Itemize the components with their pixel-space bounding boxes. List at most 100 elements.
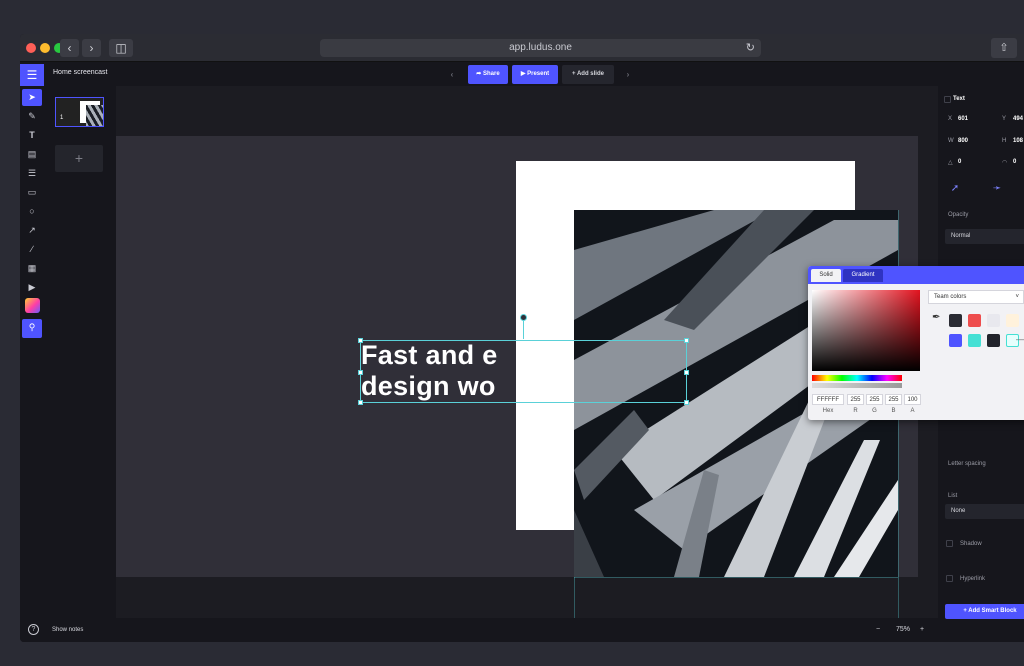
rotate-handle[interactable] bbox=[520, 314, 527, 321]
link-icon[interactable]: ➛ bbox=[990, 182, 1004, 196]
reload-icon[interactable]: ↻ bbox=[746, 39, 755, 57]
add-smart-block-label: Add Smart Block bbox=[968, 608, 1017, 614]
pen-tool-icon[interactable]: ✎ bbox=[22, 108, 42, 125]
forward-icon[interactable]: › bbox=[82, 39, 101, 57]
smart-block-tool-icon[interactable] bbox=[25, 298, 40, 313]
slide-number: 1 bbox=[60, 115, 64, 121]
color-swatch[interactable] bbox=[987, 314, 1000, 327]
eyedropper-icon[interactable]: ✒ bbox=[932, 312, 940, 323]
document-title[interactable]: Home screencast bbox=[53, 69, 107, 76]
alignment-guide bbox=[574, 577, 575, 618]
resize-handle-nw[interactable] bbox=[358, 338, 363, 343]
color-picker-tabs: Solid Gradient bbox=[808, 266, 1024, 284]
rotation-guide bbox=[523, 318, 524, 339]
alignment-guide bbox=[574, 577, 898, 578]
url-text: app.ludus.one bbox=[509, 42, 572, 53]
hamburger-menu-icon[interactable]: ☰ bbox=[20, 64, 44, 86]
show-notes-button[interactable]: Show notes bbox=[52, 627, 83, 633]
color-swatch[interactable] bbox=[949, 314, 962, 327]
corner-radius-icon: ◠ bbox=[1002, 160, 1008, 166]
b-input[interactable]: 255 bbox=[885, 394, 902, 405]
close-window-icon[interactable] bbox=[26, 43, 36, 53]
a-label: A bbox=[910, 408, 915, 414]
shadow-checkbox[interactable] bbox=[946, 540, 953, 547]
resize-handle-w[interactable] bbox=[358, 370, 363, 375]
present-button[interactable]: ▶ Present bbox=[512, 65, 558, 84]
color-swatch[interactable] bbox=[1006, 314, 1019, 327]
saturation-value-area[interactable] bbox=[812, 290, 920, 371]
blend-mode-select[interactable]: Normal bbox=[945, 229, 1024, 244]
r-input[interactable]: 255 bbox=[847, 394, 864, 405]
g-input[interactable]: 255 bbox=[866, 394, 883, 405]
app-topbar: ☰ Home screencast ‹ ➦ Share ▶ Present + … bbox=[20, 62, 1024, 86]
palette-select[interactable]: Team colors ˅ bbox=[928, 290, 1024, 304]
help-icon[interactable]: ? bbox=[28, 624, 39, 635]
w-label: W bbox=[948, 138, 954, 144]
eyedropper-icon[interactable]: ➚ bbox=[948, 182, 962, 196]
share-button[interactable]: ➦ Share bbox=[468, 65, 508, 84]
y-value[interactable]: 494 bbox=[1013, 116, 1023, 122]
resize-handle-ne[interactable] bbox=[684, 338, 689, 343]
ellipse-tool-icon[interactable]: ○ bbox=[22, 203, 42, 220]
resize-handle-e[interactable] bbox=[684, 370, 689, 375]
radius-value[interactable]: 0 bbox=[1013, 159, 1016, 165]
hyperlink-checkbox[interactable] bbox=[946, 575, 953, 582]
zoom-level: 75% bbox=[896, 626, 911, 633]
text-tool-icon[interactable]: T bbox=[22, 127, 42, 144]
x-value[interactable]: 601 bbox=[958, 116, 968, 122]
zoom-out-button[interactable]: − bbox=[876, 626, 880, 633]
rectangle-tool-icon[interactable]: ▭ bbox=[22, 184, 42, 201]
y-label: Y bbox=[1002, 116, 1007, 122]
browser-share-icon[interactable]: ⇧ bbox=[991, 38, 1017, 58]
slide-thumbnail[interactable]: 1 bbox=[55, 97, 104, 127]
tab-solid[interactable]: Solid bbox=[811, 269, 841, 282]
a-input[interactable]: 100 bbox=[904, 394, 921, 405]
line-tool-icon[interactable]: ∕ bbox=[22, 241, 42, 258]
shadow-label: Shadow bbox=[960, 541, 982, 547]
inspector-section-title: Text bbox=[953, 96, 965, 102]
resize-handle-sw[interactable] bbox=[358, 400, 363, 405]
hyperlink-label: Hyperlink bbox=[960, 576, 986, 582]
arrow-tool-icon[interactable]: ↗ bbox=[22, 222, 42, 239]
zoom-in-button[interactable]: + bbox=[920, 626, 924, 633]
tab-gradient[interactable]: Gradient bbox=[843, 269, 883, 282]
h-value[interactable]: 108 bbox=[1013, 138, 1023, 144]
slides-panel: 1 + bbox=[44, 86, 116, 642]
list-select[interactable]: None bbox=[945, 504, 1024, 519]
hex-input[interactable]: FFFFFF bbox=[812, 394, 844, 405]
color-swatch[interactable] bbox=[987, 334, 1000, 347]
undo-arrow-icon[interactable]: ‹ bbox=[442, 65, 462, 84]
thumbnail-image bbox=[86, 105, 103, 126]
bottom-bar: ? Show notes − 75% + bbox=[20, 618, 938, 642]
w-value[interactable]: 800 bbox=[958, 138, 968, 144]
add-smart-block-button[interactable]: + Add Smart Block bbox=[945, 604, 1024, 619]
select-tool-icon[interactable]: ➤ bbox=[22, 89, 42, 106]
resize-handle-se[interactable] bbox=[684, 400, 689, 405]
redo-arrow-icon[interactable]: › bbox=[618, 65, 638, 84]
add-slide-button[interactable]: + Add slide bbox=[562, 65, 614, 84]
more-colors-icon[interactable]: — bbox=[1016, 334, 1024, 344]
rotation-icon: △ bbox=[948, 160, 953, 166]
list-tool-icon[interactable]: ☰ bbox=[22, 165, 42, 182]
b-label: B bbox=[891, 408, 896, 414]
color-swatch[interactable] bbox=[949, 334, 962, 347]
chevron-down-icon: ˅ bbox=[1015, 294, 1019, 300]
search-icon[interactable]: ⚲ bbox=[22, 319, 42, 338]
hue-slider[interactable] bbox=[812, 375, 902, 381]
text-toggle-checkbox[interactable] bbox=[944, 96, 951, 103]
address-bar[interactable]: app.ludus.one ↻ bbox=[320, 39, 761, 57]
color-swatch[interactable] bbox=[968, 334, 981, 347]
app-window: ‹ › ◫ app.ludus.one ↻ ⇧ ☰ Home screencas… bbox=[20, 34, 1024, 642]
color-swatch[interactable] bbox=[968, 314, 981, 327]
video-tool-icon[interactable]: ▶ bbox=[22, 279, 42, 296]
selection-box[interactable] bbox=[358, 338, 689, 405]
hex-label: Hex bbox=[822, 408, 834, 414]
minimize-window-icon[interactable] bbox=[40, 43, 50, 53]
rotation-value[interactable]: 0 bbox=[958, 159, 961, 165]
alpha-slider[interactable] bbox=[812, 383, 902, 388]
sidebar-toggle-icon[interactable]: ◫ bbox=[109, 39, 133, 57]
text-block-tool-icon[interactable]: ▤ bbox=[22, 146, 42, 163]
add-slide-plus-icon[interactable]: + bbox=[55, 145, 103, 172]
back-icon[interactable]: ‹ bbox=[60, 39, 79, 57]
image-tool-icon[interactable]: ▦ bbox=[22, 260, 42, 277]
